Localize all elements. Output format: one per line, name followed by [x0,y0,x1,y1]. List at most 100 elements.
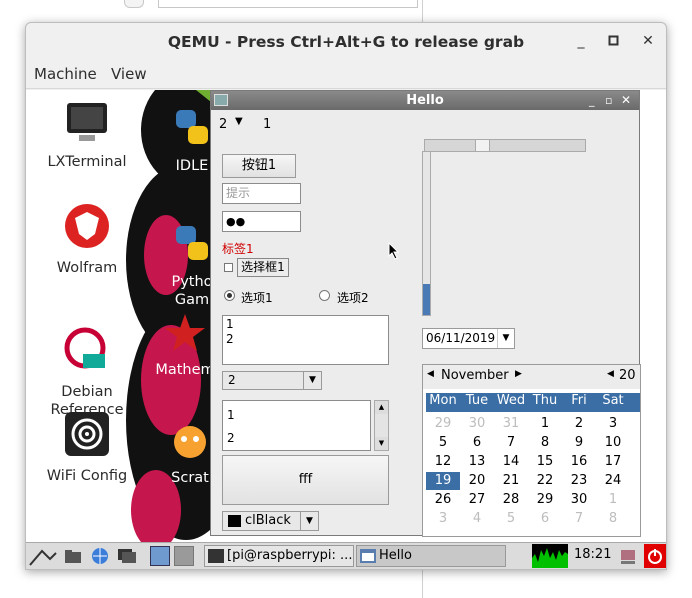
calendar-day[interactable]: 17 [596,453,630,471]
vertical-scrollbar[interactable] [422,151,431,316]
hello-close-icon[interactable]: ✕ [621,91,631,110]
chevron-down-icon: ▼ [235,116,243,127]
password-input[interactable]: ●● [222,211,301,232]
calendar-day[interactable]: 1 [528,415,562,433]
combo-box[interactable]: 2 ▼ [222,371,322,390]
calendar-day[interactable]: 24 [596,472,630,490]
calendar-day[interactable]: 2 [562,415,596,433]
maximize-icon[interactable] [604,31,624,51]
desktop-icon-wifi-config[interactable]: WiFi Config [32,410,142,485]
calendar-day[interactable]: 8 [528,434,562,452]
spin-value: 2 [219,117,228,132]
calendar-day[interactable]: 20 [460,472,494,490]
calendar-day[interactable]: 6 [528,510,562,528]
list-item[interactable]: 2 [227,427,366,450]
calendar-day[interactable]: 12 [426,453,460,471]
calendar-day[interactable]: 29 [426,415,460,433]
calendar-day[interactable]: 30 [562,491,596,509]
color-combo[interactable]: clBlack ▼ [222,511,319,531]
hint-input[interactable]: 提示 [222,183,301,204]
task-terminal[interactable]: [pi@raspberrypi: ... [204,545,354,567]
list-item[interactable]: 1 [227,404,366,427]
calendar-day[interactable]: 22 [528,472,562,490]
calendar-day[interactable]: 13 [460,453,494,471]
hello-minimize-icon[interactable]: _ [589,91,595,110]
checkbox-1[interactable] [224,263,233,272]
host-divider [422,0,423,22]
calendar-day[interactable]: 27 [460,491,494,509]
next-month-icon[interactable]: ▶ [515,369,522,379]
calendar-day[interactable]: 9 [562,434,596,452]
calendar-day[interactable]: 8 [596,510,630,528]
calendar-day[interactable]: 23 [562,472,596,490]
close-icon[interactable]: ✕ [638,31,658,51]
weekday: S [630,393,640,408]
scroll-thumb[interactable] [475,140,490,151]
mouse-cursor-icon [388,242,400,260]
scroll-up-icon[interactable]: ▲ [375,401,388,414]
memo-line: 2 [226,332,234,346]
horizontal-scrollbar[interactable] [424,139,586,152]
list-box[interactable]: 1 2 [222,400,371,451]
calendar-day[interactable]: 28 [494,491,528,509]
radio-1[interactable] [224,290,235,301]
fff-button[interactable]: fff [222,455,389,505]
calendar-day[interactable]: 4 [460,510,494,528]
calendar-day[interactable]: 14 [494,453,528,471]
button-1[interactable]: 按钮1 [222,154,296,178]
calendar-day[interactable]: 7 [562,510,596,528]
calendar-day[interactable]: 31 [494,415,528,433]
scroll-thumb[interactable] [423,284,430,315]
mathematica-icon [165,314,205,351]
python-icon [176,226,208,260]
calendar-day[interactable]: 30 [460,415,494,433]
checkbox-1-label[interactable]: 选择框1 [237,258,289,277]
task-terminal-label: [pi@raspberrypi: ... [227,548,353,563]
radio-2[interactable] [319,290,330,301]
calendar-day[interactable]: 3 [596,415,630,433]
menu-view[interactable]: View [111,65,147,83]
minimize-icon[interactable]: _ [571,31,591,51]
task-hello[interactable]: Hello [356,545,506,567]
terminal-launcher-icon[interactable] [116,547,138,565]
workspace-1[interactable] [150,546,170,566]
spin-label: 1 [263,117,272,132]
menu-machine[interactable]: Machine [34,65,97,83]
calendar-day[interactable]: 29 [528,491,562,509]
hello-maximize-icon[interactable]: ▫ [605,91,612,110]
label-1: 标签1 [222,242,254,256]
calendar-day[interactable]: 6 [460,434,494,452]
calendar-day[interactable]: 7 [494,434,528,452]
calendar-day[interactable]: 3 [426,510,460,528]
eject-icon[interactable] [618,546,638,566]
calendar-day[interactable]: 15 [528,453,562,471]
calendar-grid[interactable]: 29 30 31 1 2 3 5 6 7 8 9 10 12 13 14 15 16 17 19 20 21 22 23 24… [426,415,640,535]
prev-year-icon[interactable]: ◀ [607,369,614,379]
date-picker[interactable]: 06/11/2019 ▼ [422,328,515,349]
calendar-day[interactable]: 16 [562,453,596,471]
scroll-down-icon[interactable]: ▼ [375,437,388,450]
calendar-day[interactable]: 21 [494,472,528,490]
desktop-icon-lxterminal[interactable]: LXTerminal [32,100,142,171]
calendar-day[interactable]: 5 [426,434,460,452]
calendar-day[interactable]: 10 [596,434,630,452]
window-menu-icon[interactable] [214,94,228,106]
prev-month-icon[interactable]: ◀ [427,369,434,379]
radio-2-label: 选项2 [337,291,369,305]
list-scrollbar[interactable]: ▲ ▼ [374,400,389,451]
browser-icon[interactable] [90,546,110,566]
calendar-day[interactable]: 19 [426,472,460,490]
desktop-icon-wolfram[interactable]: Wolfram [32,202,142,277]
memo[interactable]: 1 2 [222,315,389,365]
calendar-day[interactable]: 1 [596,491,630,509]
weekday: Tue [465,393,489,408]
workspace-2[interactable] [174,546,194,566]
power-icon[interactable] [644,544,666,568]
calendar-day[interactable]: 26 [426,491,460,509]
clock[interactable]: 18:21 [574,547,611,562]
calendar-day[interactable]: 5 [494,510,528,528]
calendar[interactable]: ◀ November ▶ ◀ 20 Mon Tue Wed Thu Fri Sa… [422,364,641,537]
menu-raspberry-icon[interactable] [28,545,58,567]
spin-combo[interactable]: 2 ▼ [219,116,247,134]
file-manager-icon[interactable] [64,547,82,565]
